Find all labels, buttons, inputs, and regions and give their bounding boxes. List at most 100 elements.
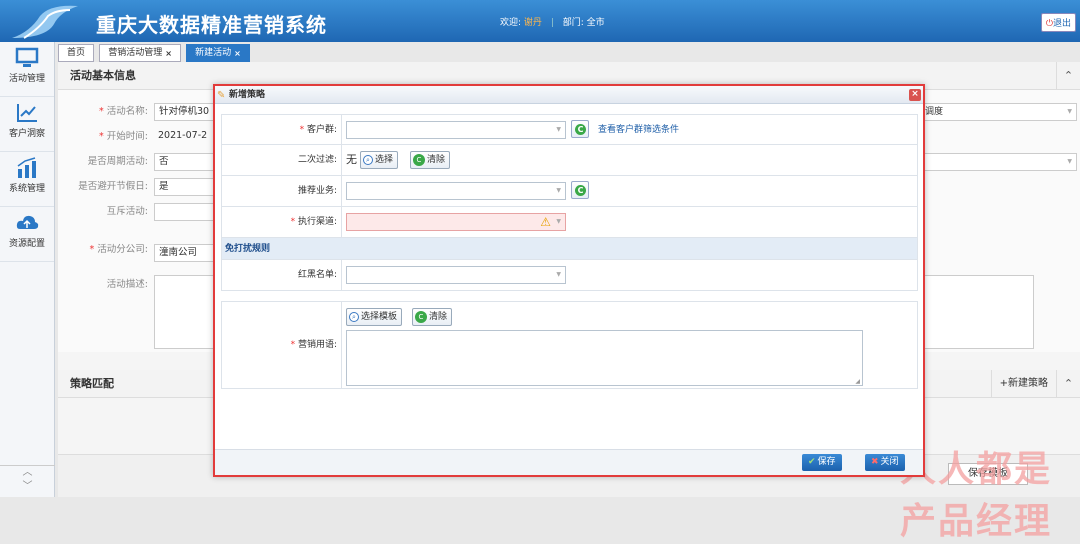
field-label: * 开始时间: [99, 131, 148, 142]
strategy-title: 策略匹配 [70, 377, 114, 390]
dispatch-select[interactable]: 调度 [920, 103, 1077, 121]
chart-icon [17, 104, 37, 122]
dialog-footer: ✔ 保存 ✖ 关闭 [215, 449, 923, 475]
start-time-input[interactable]: 2021-07-2 [154, 128, 214, 146]
bars-icon [17, 157, 36, 178]
redlist-select[interactable] [346, 266, 566, 284]
dialog-header: ✎ 新增策略 × [215, 86, 923, 104]
recommend-row: 推荐业务: C [221, 176, 918, 207]
dialog-title: 新增策略 [229, 90, 266, 100]
field-label: * 客户群: [222, 115, 342, 144]
dept-value: 全市 [586, 18, 605, 28]
select-template-button[interactable]: ⌕ 选择模板 [346, 308, 403, 326]
sidebar-item-insight[interactable]: 客户洞察 [0, 97, 54, 152]
tab-new-campaign[interactable]: 新建活动 × [186, 44, 250, 62]
sidebar-item-label: 活动管理 [8, 74, 45, 84]
exclusive-activity-input[interactable] [154, 203, 214, 221]
tab-close-icon[interactable]: × [165, 49, 172, 58]
sidebar-item-activity[interactable]: 活动管理 [0, 42, 54, 97]
field-label: * 活动名称: [99, 106, 148, 117]
new-strategy-button[interactable]: +新建策略 [990, 370, 1056, 398]
search-icon: ⌕ [349, 311, 359, 322]
field-label: 是否周期活动: [87, 156, 148, 167]
cloud-icon [16, 215, 39, 229]
save-button[interactable]: ✔ 保存 [802, 454, 842, 471]
view-filter-link[interactable]: 查看客户群筛选条件 [598, 115, 679, 145]
clear-wording-button[interactable]: C 清除 [412, 308, 453, 326]
power-icon: ⏻ [1045, 19, 1053, 29]
collapse-button[interactable]: ⌃ [1056, 62, 1080, 90]
scroll-down-icon[interactable]: ﹀ [0, 480, 55, 494]
field-label: * 活动分公司: [89, 244, 148, 255]
sidebar-item-resource[interactable]: 资源配置 [0, 207, 54, 262]
watermark-logo: 人人都是产品经理 [900, 449, 1053, 542]
check-icon: ✔ [808, 457, 816, 467]
close-button[interactable]: ✖ 关闭 [865, 454, 905, 471]
sidebar: 活动管理 客户洞察 系统管理 资源配置 ︿ ﹀ [0, 42, 55, 497]
channel-select[interactable]: ⚠ [346, 213, 566, 231]
basic-info-title: 活动基本信息 [70, 69, 136, 82]
refresh-icon: C [575, 185, 586, 196]
wording-row: * 营销用语: ⌕ 选择模板 C 清除 [221, 301, 918, 389]
right-select-2[interactable] [920, 153, 1077, 171]
sidebar-scroll[interactable]: ︿ ﹀ [0, 465, 55, 497]
tab-label: 新建活动 [195, 48, 232, 58]
dept-label: 部门: [562, 18, 584, 28]
warning-icon: ⚠ [540, 215, 551, 229]
field-label: 是否避开节假日: [78, 181, 148, 192]
tab-label: 首页 [67, 48, 86, 58]
sidebar-item-label: 系统管理 [8, 184, 45, 194]
monitor-icon [15, 47, 39, 67]
refresh-icon: C [415, 310, 427, 323]
field-label: 红黑名单: [222, 260, 342, 290]
collapse-button[interactable]: ⌃ [1056, 370, 1080, 398]
dnd-section-title: 免打扰规则 [221, 238, 918, 260]
logout-label: 退出 [1052, 19, 1071, 29]
refresh-icon: C [413, 153, 425, 166]
user-name: 谢丹 [523, 18, 542, 28]
search-icon: ⌕ [363, 154, 373, 165]
close-icon: ✖ [871, 457, 879, 467]
app-title: 重庆大数据精准营销系统 [96, 13, 327, 37]
tab-campaign-manage[interactable]: 营销活动管理 × [99, 44, 181, 62]
filter-value: 无 [346, 153, 357, 166]
sidebar-item-label: 客户洞察 [8, 129, 45, 139]
sidebar-item-label: 资源配置 [8, 239, 45, 249]
pencil-icon: ✎ [217, 90, 226, 101]
logo-icon [12, 5, 78, 39]
tab-home[interactable]: 首页 [58, 44, 95, 62]
refresh-button[interactable]: C [571, 181, 589, 199]
campaign-name-input[interactable]: 针对停机30 [154, 103, 214, 121]
redlist-row: 红黑名单: [221, 260, 918, 291]
field-label: * 营销用语: [222, 302, 342, 388]
tab-close-icon[interactable]: × [234, 49, 241, 58]
field-label: 推荐业务: [222, 176, 342, 206]
welcome-label: 欢迎: [500, 18, 522, 28]
welcome-info: 欢迎: 谢丹 | 部门: 全市 [500, 18, 605, 28]
logout-button[interactable]: ⏻退出 [1040, 13, 1076, 32]
tab-bar: 首页 营销活动管理 × 新建活动 × [58, 44, 252, 62]
field-label: 二次过滤: [222, 145, 342, 175]
recommend-select[interactable] [346, 182, 566, 200]
wording-textarea[interactable] [346, 330, 863, 386]
field-label: 活动描述: [106, 279, 148, 290]
customer-group-row: * 客户群: C 查看客户群筛选条件 [221, 114, 918, 145]
dialog-close-icon[interactable]: × [909, 89, 921, 101]
clear-filter-button[interactable]: C 清除 [410, 151, 451, 169]
tab-label: 营销活动管理 [108, 48, 163, 58]
customer-group-select[interactable] [346, 121, 566, 139]
new-strategy-dialog: ✎ 新增策略 × * 客户群: C 查看客户群筛选条件 二次过滤: 无 ⌕选择 … [213, 84, 925, 477]
sidebar-item-system[interactable]: 系统管理 [0, 152, 54, 207]
secondary-filter-row: 二次过滤: 无 ⌕ 选择 C 清除 [221, 145, 918, 176]
app-header: 重庆大数据精准营销系统 欢迎: 谢丹 | 部门: 全市 ⏻退出 [0, 0, 1080, 42]
branch-select[interactable]: 潼南公司 [154, 244, 214, 262]
dialog-body: * 客户群: C 查看客户群筛选条件 二次过滤: 无 ⌕选择 C清除 推荐业务:… [221, 114, 918, 389]
field-label: * 执行渠道: [222, 207, 342, 237]
refresh-button[interactable]: C [571, 120, 589, 138]
scroll-up-icon[interactable]: ︿ [0, 466, 55, 480]
avoid-holiday-select[interactable]: 是 [154, 178, 214, 196]
field-label: 互斥活动: [106, 206, 148, 217]
periodic-select[interactable]: 否 [154, 153, 214, 171]
channel-row: * 执行渠道: ⚠ [221, 207, 918, 238]
select-filter-button[interactable]: ⌕ 选择 [360, 151, 399, 169]
